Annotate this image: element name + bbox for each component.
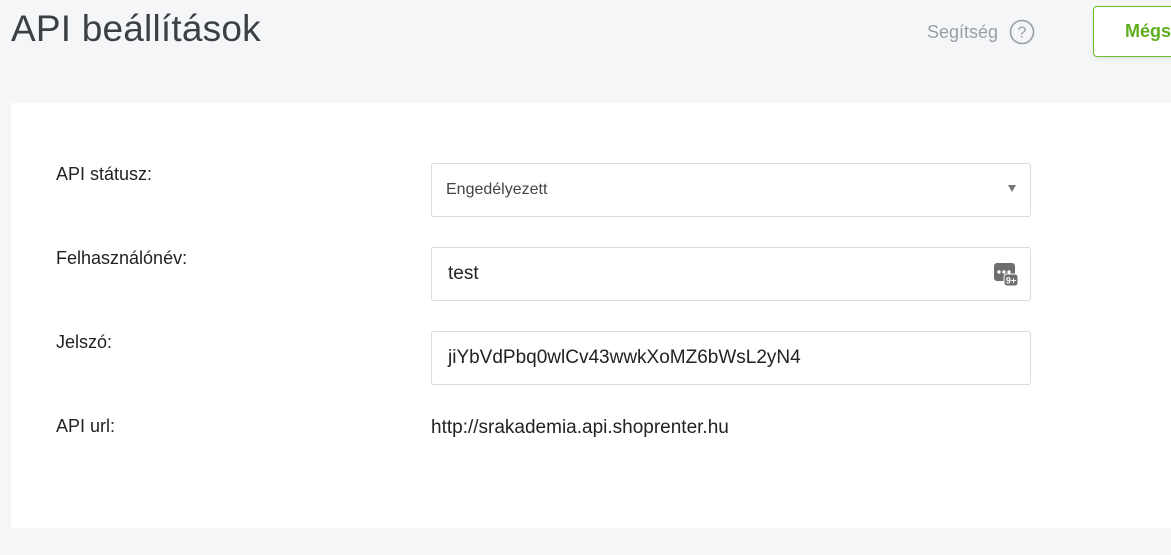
status-label: API státusz: xyxy=(56,164,153,184)
svg-text:9+: 9+ xyxy=(1006,276,1016,286)
cancel-button[interactable]: Mégs xyxy=(1093,6,1171,57)
api-url-label: API url: xyxy=(56,416,116,436)
password-value: jiYbVdPbq0wlCv43wwkXoMZ6bWsL2yN4 xyxy=(448,347,801,368)
help-label: Segítség xyxy=(927,21,999,42)
svg-text:?: ? xyxy=(1018,25,1027,42)
password-label: Jelszó: xyxy=(56,332,113,352)
question-circle-icon[interactable]: ? xyxy=(1009,19,1035,45)
api-url-value: http://srakademia.api.shoprenter.hu xyxy=(431,417,729,438)
page-title: API beállítások xyxy=(11,8,261,49)
help-link[interactable]: Segítség ? xyxy=(927,19,1035,45)
api-settings-card: API státusz: Engedélyezett Felhasználóné… xyxy=(11,103,1171,528)
status-select[interactable]: Engedélyezett xyxy=(431,163,1031,217)
password-field[interactable]: jiYbVdPbq0wlCv43wwkXoMZ6bWsL2yN4 xyxy=(431,331,1031,385)
username-value: test xyxy=(448,263,479,284)
chevron-down-icon xyxy=(1008,185,1016,192)
username-field[interactable]: test 9+ xyxy=(431,247,1031,301)
status-select-value: Engedélyezett xyxy=(446,181,548,198)
password-manager-icon[interactable]: 9+ xyxy=(993,261,1019,287)
username-label: Felhasználónév: xyxy=(56,248,188,268)
